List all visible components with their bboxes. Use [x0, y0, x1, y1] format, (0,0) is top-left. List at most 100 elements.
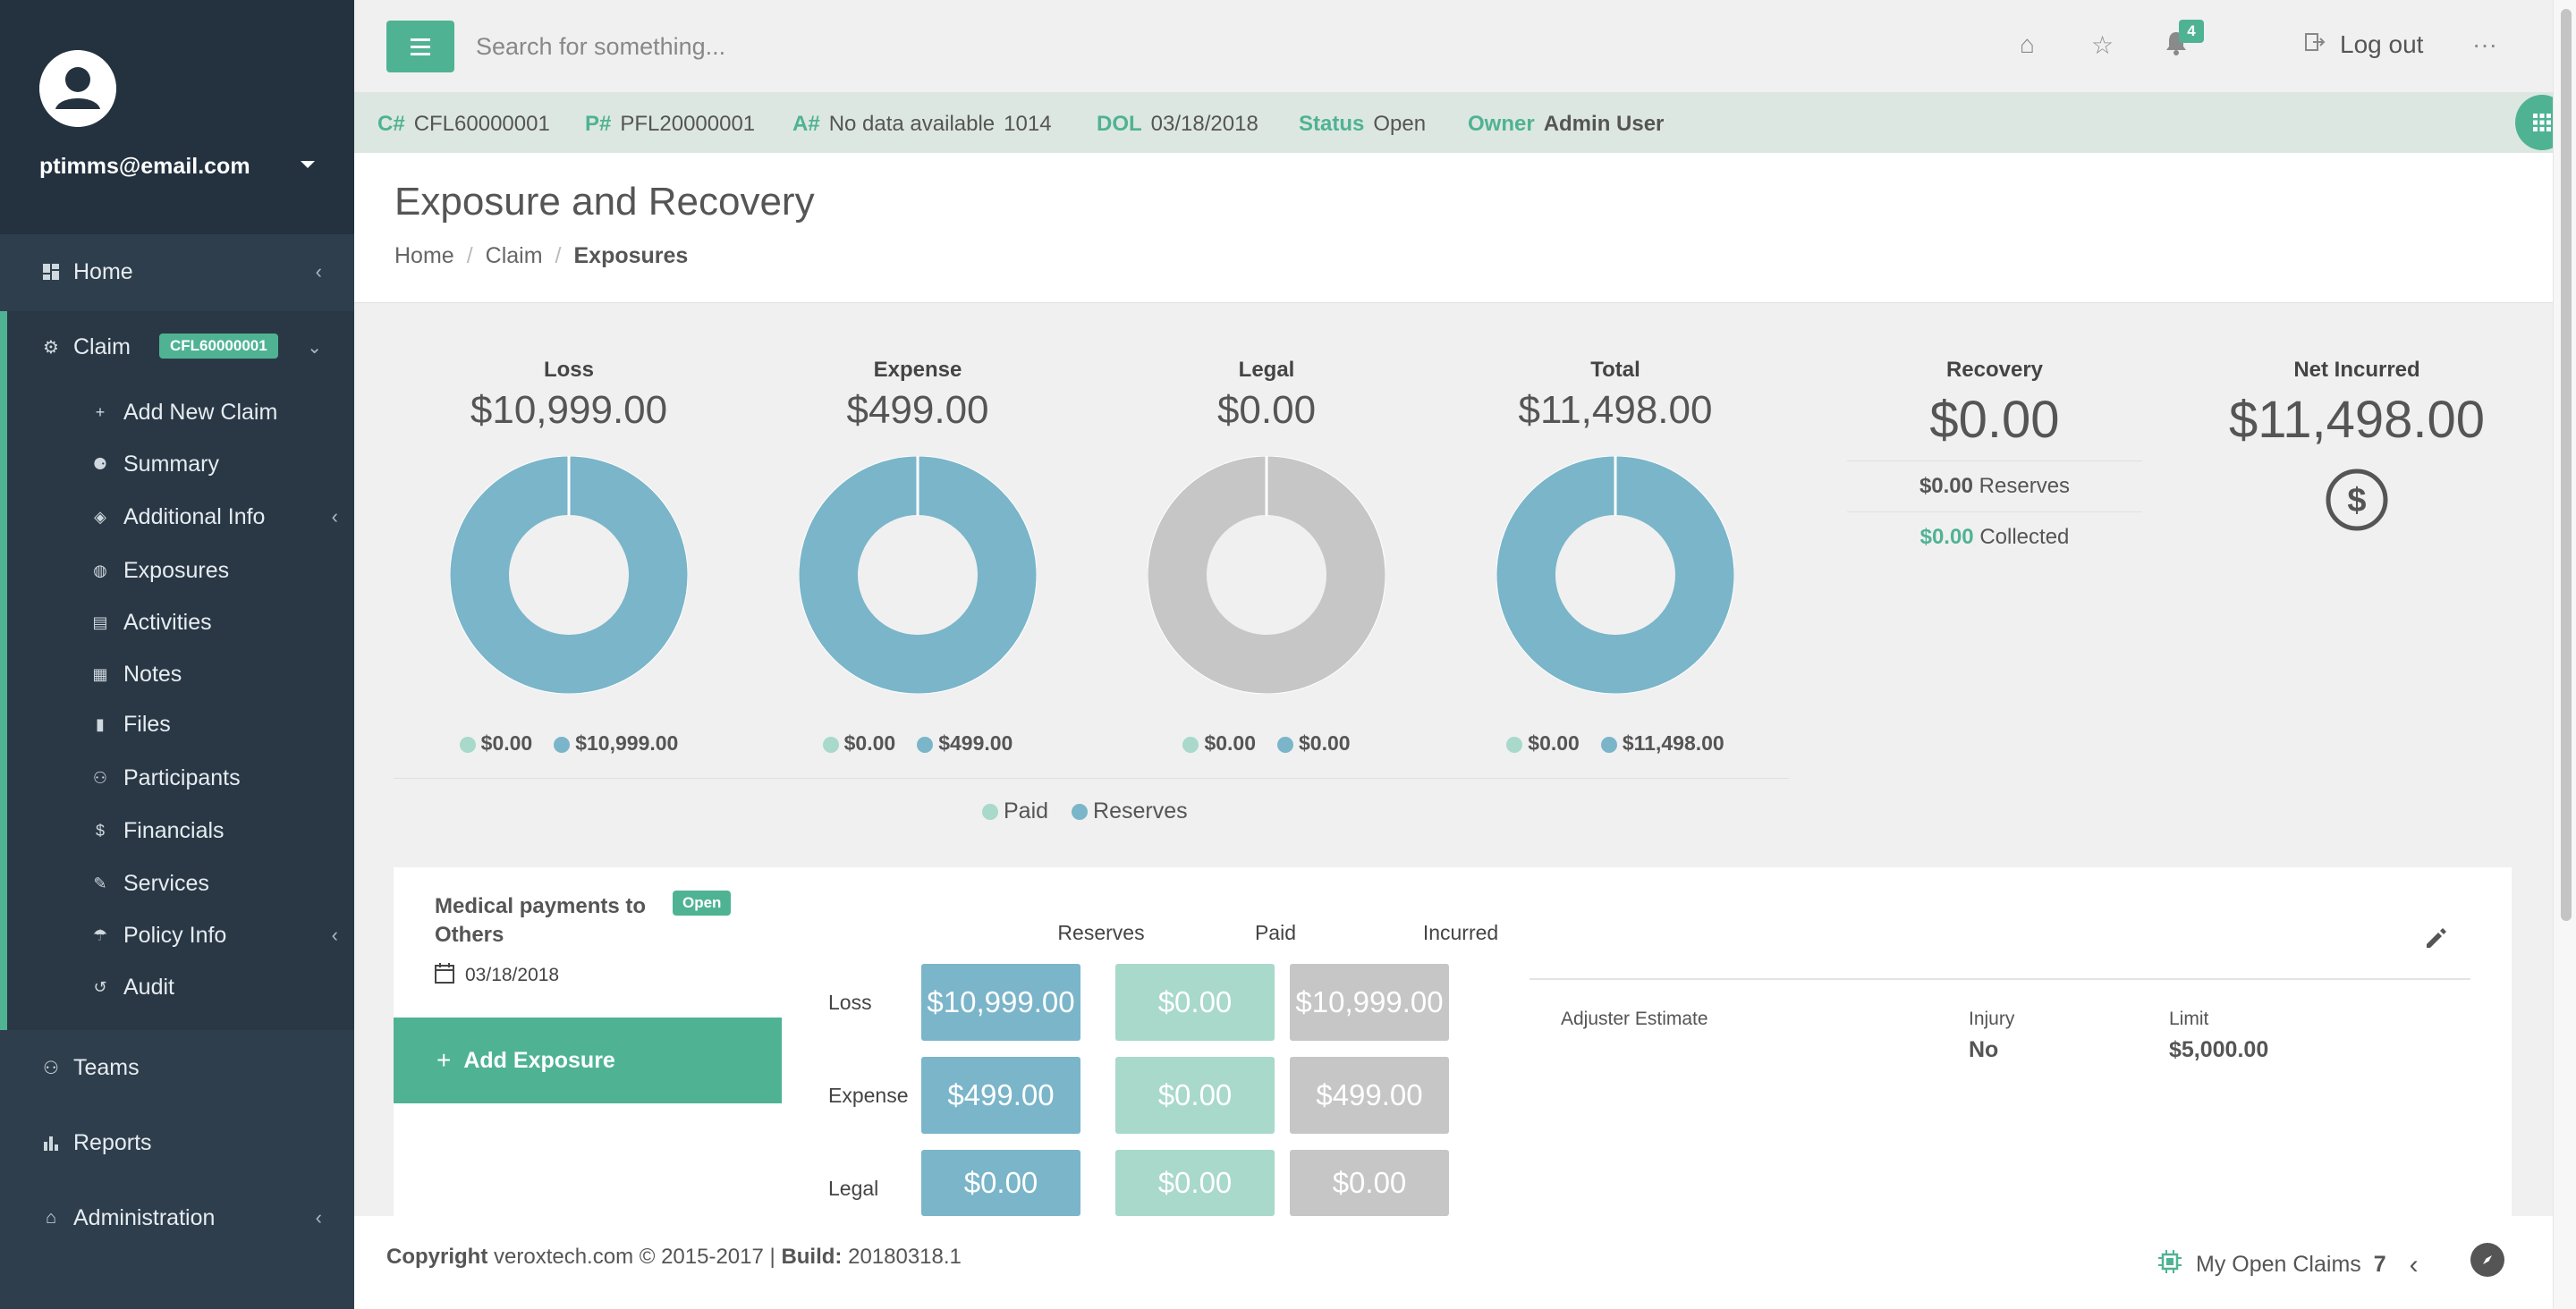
- account-val: No data available: [828, 112, 996, 136]
- legal-incurred-cell[interactable]: $0.00: [1290, 1150, 1449, 1216]
- card-legend: $0.00 $10,999.00: [394, 731, 743, 756]
- expense-donut-chart: [798, 455, 1038, 695]
- sidebar-item-home[interactable]: Home ‹: [0, 245, 354, 299]
- exposure-list: Medical payments to Others Open 03/18/20…: [394, 867, 782, 1216]
- chevron-left-icon: ‹: [315, 260, 322, 283]
- sidebar-item-exposures[interactable]: ◍ Exposures: [0, 548, 354, 593]
- policy-val[interactable]: PFL20000001: [620, 112, 755, 137]
- adjuster-estimate-label: Adjuster Estimate: [1561, 1009, 1708, 1029]
- sidebar-item-services[interactable]: ✎ Services: [0, 861, 354, 906]
- legend-reserves[interactable]: Reserves: [1072, 798, 1188, 824]
- sidebar-item-label: Add New Claim: [123, 399, 278, 425]
- claim-number-field: C# CFL60000001: [377, 112, 550, 137]
- more-options-icon[interactable]: ···: [2472, 30, 2497, 59]
- breadcrumb-separator: /: [555, 243, 562, 268]
- paid-value: $0.00: [459, 731, 532, 756]
- legal-reserves-cell[interactable]: $0.00: [921, 1150, 1080, 1216]
- apps-grid-icon: [2533, 114, 2551, 131]
- sidebar-item-financials[interactable]: $ Financials: [0, 808, 354, 853]
- sidebar-item-label: Summary: [123, 451, 219, 477]
- claim-number-badge: CFL60000001: [159, 334, 278, 359]
- recovery-title: Recovery: [1945, 358, 2044, 382]
- paid-value: $0.00: [822, 731, 895, 756]
- loss-paid-cell[interactable]: $0.00: [1115, 964, 1275, 1041]
- chart-legend: Paid Reserves: [982, 798, 1188, 824]
- card-title: Legal: [1238, 358, 1295, 382]
- search-input[interactable]: [476, 27, 1281, 66]
- legal-paid-cell[interactable]: $0.00: [1115, 1150, 1275, 1216]
- expense-paid-cell[interactable]: $0.00: [1115, 1057, 1275, 1134]
- dol-field: DOL 03/18/2018: [1097, 112, 1258, 137]
- row-label-legal: Legal: [828, 1177, 879, 1200]
- compass-icon[interactable]: [2470, 1243, 2504, 1277]
- card-title: Loss: [543, 358, 594, 382]
- recovery-reserves-row: $0.00 Reserves: [1847, 460, 2142, 511]
- breadcrumb-claim[interactable]: Claim: [486, 243, 543, 269]
- column-header-paid: Paid: [1254, 921, 1297, 944]
- owner-key: Owner: [1468, 112, 1535, 136]
- sidebar-item-add-new-claim[interactable]: + Add New Claim: [0, 390, 354, 435]
- injury-value: No: [1969, 1037, 1999, 1062]
- loss-reserves-cell[interactable]: $10,999.00: [921, 964, 1080, 1041]
- scrollbar[interactable]: [2553, 0, 2576, 1309]
- sidebar-item-notes[interactable]: ▦ Notes: [0, 652, 354, 697]
- divider: [394, 778, 1789, 779]
- scrollbar-thumb[interactable]: [2561, 9, 2572, 921]
- file-icon: ▮: [96, 714, 105, 733]
- my-open-claims-button[interactable]: My Open Claims 7 ‹: [2157, 1248, 2419, 1281]
- sidebar-item-additional-info[interactable]: ◈ Additional Info ‹: [0, 494, 354, 539]
- reserves-value: $0.00: [1277, 731, 1351, 756]
- add-exposure-button[interactable]: + Add Exposure: [394, 1018, 782, 1103]
- menu-toggle-button[interactable]: [386, 21, 454, 72]
- sidebar-item-files[interactable]: ▮ Files: [0, 702, 354, 747]
- loss-incurred-cell[interactable]: $10,999.00: [1290, 964, 1449, 1041]
- expense-reserves-cell[interactable]: $499.00: [921, 1057, 1080, 1134]
- total-summary-card: Total $11,498.00 $0.00 $11,498.00: [1441, 358, 1790, 755]
- plus-icon: +: [95, 402, 106, 421]
- dashboard-icon: [41, 262, 61, 282]
- exposure-panel: Medical payments to Others Open 03/18/20…: [394, 867, 2512, 1216]
- star-icon[interactable]: ☆: [2091, 30, 2114, 60]
- calendar-icon: [435, 962, 454, 989]
- sidebar-item-policy-info[interactable]: ☂ Policy Info ‹: [0, 913, 354, 958]
- svg-text:$: $: [2347, 482, 2366, 519]
- sidebar-item-activities[interactable]: ▤ Activities: [0, 600, 354, 645]
- breadcrumb-separator: /: [466, 243, 473, 268]
- sidebar-item-teams[interactable]: ⚇ Teams: [0, 1041, 354, 1094]
- expense-incurred-cell[interactable]: $499.00: [1290, 1057, 1449, 1134]
- user-avatar-icon[interactable]: [39, 50, 116, 127]
- legend-paid[interactable]: Paid: [982, 798, 1048, 824]
- status-field: Status Open: [1299, 112, 1426, 137]
- limit-label: Limit: [2169, 1009, 2209, 1029]
- notification-count-badge: 4: [2179, 20, 2204, 43]
- sidebar-item-label: Teams: [73, 1054, 140, 1080]
- sidebar-item-reports[interactable]: Reports: [0, 1116, 354, 1170]
- home-icon[interactable]: ⌂: [2020, 30, 2035, 59]
- sidebar-item-label: Reports: [73, 1129, 152, 1155]
- recovery-card: Recovery $0.00 $0.00 Reserves $0.00 Coll…: [1838, 358, 2151, 562]
- footer: Copyright veroxtech.com © 2015-2017 | Bu…: [354, 1216, 2553, 1309]
- breadcrumb-home[interactable]: Home: [394, 243, 454, 269]
- edit-pencil-icon[interactable]: [2424, 926, 2447, 956]
- sidebar-item-participants[interactable]: ⚇ Participants: [0, 756, 354, 800]
- sidebar-item-label: Exposures: [123, 557, 230, 583]
- sidebar-item-administration[interactable]: ⌂ Administration ‹: [0, 1191, 354, 1245]
- claim-val[interactable]: CFL60000001: [414, 112, 550, 137]
- account-key: A#: [792, 112, 820, 136]
- column-header-reserves: Reserves: [1057, 921, 1145, 944]
- sidebar-item-summary[interactable]: ⚈ Summary: [0, 442, 354, 486]
- chevron-down-icon: ⌄: [307, 337, 322, 358]
- logout-button[interactable]: Log out: [2304, 30, 2423, 59]
- net-incurred-title: Net Incurred: [2293, 358, 2420, 382]
- user-panel: ptimms@email.com: [0, 0, 354, 234]
- user-menu-caret-icon[interactable]: [301, 161, 315, 168]
- sidebar-item-audit[interactable]: ↺ Audit: [0, 965, 354, 1009]
- card-amount: $10,999.00: [470, 388, 668, 432]
- open-claims-count: 7: [2373, 1252, 2386, 1277]
- user-email[interactable]: ptimms@email.com: [39, 154, 250, 180]
- injury-label: Injury: [1969, 1009, 2015, 1029]
- chevron-left-icon[interactable]: ‹: [2410, 1250, 2419, 1280]
- status-val: Open: [1373, 112, 1427, 136]
- exposure-name[interactable]: Medical payments to Others: [435, 892, 667, 950]
- row-label-expense: Expense: [828, 1084, 909, 1107]
